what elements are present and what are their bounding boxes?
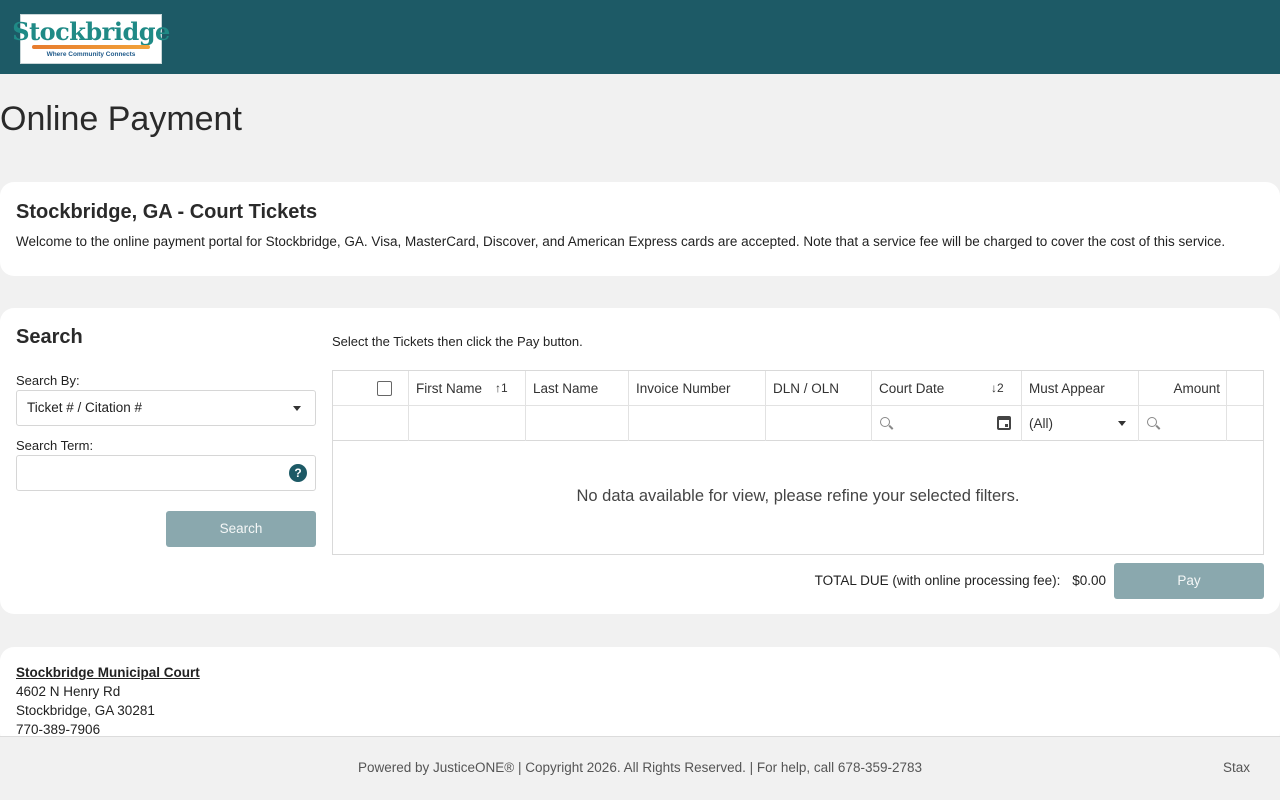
col-first-name-label: First Name [416, 381, 483, 396]
col-invoice-number[interactable]: Invoice Number [629, 371, 766, 406]
total-due: TOTAL DUE (with online processing fee): … [815, 573, 1106, 588]
filter-first-name[interactable] [409, 406, 526, 441]
col-last-name[interactable]: Last Name [526, 371, 629, 406]
court-address-line2: Stockbridge, GA 30281 [16, 703, 155, 718]
tickets-grid: First Name ↑1 Last Name Invoice Number D… [332, 370, 1264, 555]
page-title: Online Payment [0, 100, 242, 138]
search-icon [1147, 417, 1157, 427]
footer-stax-link[interactable]: Stax [1223, 760, 1250, 775]
court-info-card: Stockbridge Municipal Court 4602 N Henry… [0, 647, 1280, 747]
filter-court-date[interactable] [872, 406, 1022, 441]
filter-select-cell [333, 406, 409, 441]
search-button[interactable]: Search [166, 511, 316, 547]
search-by-value: Ticket # / Citation # [27, 400, 143, 415]
footer-copyright: Powered by JusticeONE® | Copyright 2026.… [358, 760, 922, 775]
col-amount-label: Amount [1173, 381, 1220, 396]
court-name-link[interactable]: Stockbridge Municipal Court [16, 665, 200, 680]
col-dln-oln-label: DLN / OLN [773, 381, 840, 396]
intro-description: Welcome to the online payment portal for… [16, 234, 1226, 249]
search-term-input[interactable]: ? [16, 455, 316, 491]
logo-tagline: Where Community Connects [46, 51, 136, 58]
col-first-name[interactable]: First Name ↑1 [409, 371, 526, 406]
filter-amount[interactable] [1139, 406, 1227, 441]
col-amount[interactable]: Amount [1139, 371, 1227, 406]
sort-desc-icon: ↓2 [991, 381, 1004, 395]
grid-header-row: First Name ↑1 Last Name Invoice Number D… [333, 371, 1263, 406]
grid-filter-row: (All) [333, 406, 1263, 441]
total-due-amount: $0.00 [1072, 573, 1106, 588]
search-by-label: Search By: [16, 373, 80, 388]
filter-dln-oln[interactable] [766, 406, 872, 441]
search-term-label: Search Term: [16, 438, 94, 453]
col-court-date-label: Court Date [879, 381, 945, 396]
col-court-date[interactable]: Court Date ↓2 [872, 371, 1022, 406]
site-footer: Powered by JusticeONE® | Copyright 2026.… [0, 736, 1280, 800]
grid-instructions: Select the Tickets then click the Pay bu… [332, 334, 583, 349]
logo-wordmark: Stockbridge [12, 17, 170, 46]
chevron-down-icon [1118, 421, 1126, 426]
intro-title: Stockbridge, GA - Court Tickets [16, 201, 318, 223]
chevron-down-icon [293, 406, 301, 411]
sort-order-2: 2 [997, 381, 1004, 395]
site-header: Stockbridge Where Community Connects [0, 0, 1280, 74]
select-all-cell [333, 371, 409, 406]
col-spacer [1227, 371, 1263, 406]
filter-invoice-number[interactable] [629, 406, 766, 441]
search-title: Search [16, 326, 83, 348]
pay-button[interactable]: Pay [1114, 563, 1264, 599]
calendar-icon[interactable] [997, 416, 1011, 430]
intro-card: Stockbridge, GA - Court Tickets Welcome … [0, 182, 1280, 276]
select-all-checkbox[interactable] [377, 381, 392, 396]
filter-must-appear-value: (All) [1029, 416, 1053, 431]
sort-order-1: 1 [501, 381, 508, 395]
filter-spacer [1227, 406, 1263, 441]
filter-last-name[interactable] [526, 406, 629, 441]
help-icon[interactable]: ? [289, 464, 307, 482]
sort-asc-icon: ↑1 [495, 381, 508, 395]
col-last-name-label: Last Name [533, 381, 599, 396]
search-card: Search Search By: Ticket # / Citation # … [0, 308, 1280, 614]
col-invoice-number-label: Invoice Number [636, 381, 731, 396]
stockbridge-logo[interactable]: Stockbridge Where Community Connects [12, 14, 170, 64]
col-dln-oln[interactable]: DLN / OLN [766, 371, 872, 406]
filter-must-appear-select[interactable]: (All) [1022, 406, 1139, 441]
search-by-select[interactable]: Ticket # / Citation # [16, 390, 316, 426]
col-must-appear-label: Must Appear [1029, 381, 1105, 396]
empty-message: No data available for view, please refin… [576, 487, 1020, 505]
total-due-label: TOTAL DUE (with online processing fee): [814, 573, 1061, 588]
court-address-line1: 4602 N Henry Rd [16, 684, 121, 699]
court-phone: 770-389-7906 [16, 722, 101, 737]
search-icon [880, 417, 890, 427]
col-must-appear[interactable]: Must Appear [1022, 371, 1139, 406]
logo-swoosh [32, 45, 150, 49]
